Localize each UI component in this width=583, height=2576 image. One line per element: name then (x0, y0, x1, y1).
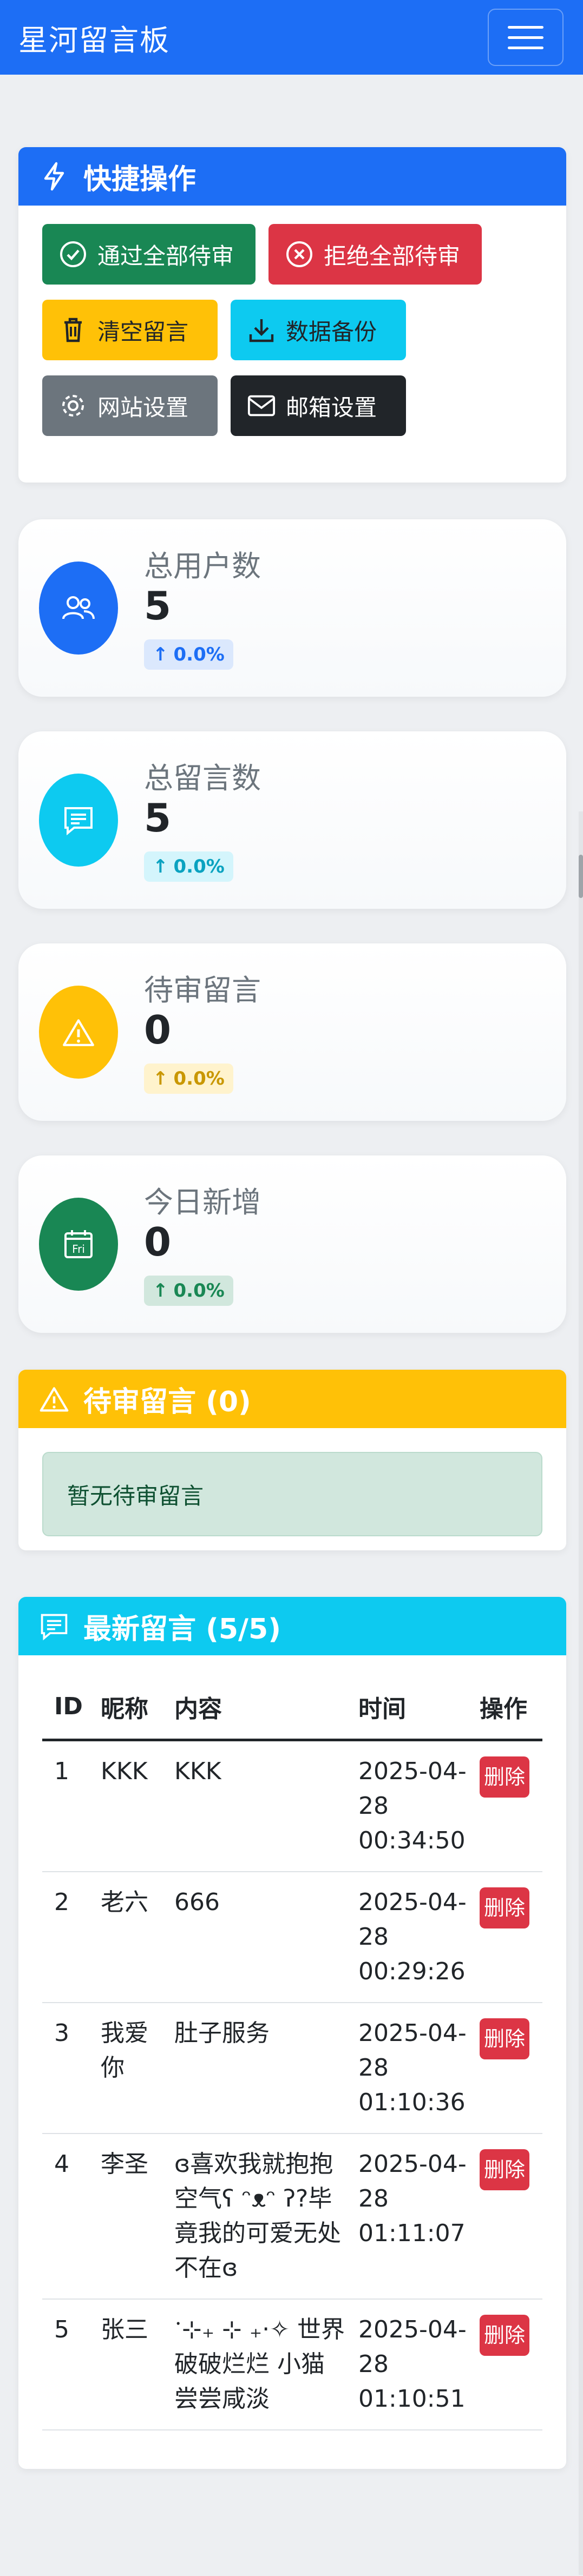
cell-time: 2025-04-28 01:11:07 (346, 2133, 468, 2300)
column-header-nick: 昵称 (89, 1675, 162, 1741)
quick-actions-card: 快捷操作 通过全部待审 拒绝全部待审 清空留言 数据备份 网站设置 邮箱设置 (18, 147, 566, 483)
table-row: 3 我爱你 肚子服务 2025-04-28 01:10:36 删除 (42, 2002, 542, 2134)
cell-content: ॱ⊹₊ ⊹ ₊‧✧ 世界破破烂烂 小猫尝尝咸淡 (162, 2298, 346, 2430)
table-row: 4 李圣 ɞ喜欢我就抱抱空气ʕ ᵔᴥᵔ ʔ?毕竟我的可爱无处不在ɞ 2025-0… (42, 2133, 542, 2300)
brand-title[interactable]: 星河留言板 (18, 16, 170, 59)
cell-nick: KKK (89, 1740, 162, 1872)
column-header-action: 操作 (468, 1675, 542, 1741)
stat-title: 总用户数 (144, 549, 261, 583)
svg-text:Fri: Fri (72, 1243, 85, 1256)
cell-nick: 我爱你 (89, 2002, 162, 2134)
stat-title: 总留言数 (144, 761, 261, 795)
cell-time: 2025-04-28 01:10:51 (346, 2298, 468, 2430)
stat-change-badge: ↑ 0.0% (144, 639, 233, 670)
hamburger-line (508, 36, 543, 39)
stat-change-badge: ↑ 0.0% (144, 1276, 233, 1306)
approve-all-button[interactable]: 通过全部待审 (42, 224, 256, 285)
pending-title: 待审留言 (0) (83, 1385, 251, 1418)
latest-messages-card: 最新留言 (5/5) ID 昵称 内容 时间 操作 1 KKK KKK 2025… (18, 1597, 566, 2469)
table-row: 2 老六 666 2025-04-28 00:29:26 删除 (42, 1871, 542, 2003)
stat-card-pending: 待审留言 0 ↑ 0.0% (18, 943, 566, 1121)
delete-button[interactable]: 删除 (480, 2149, 529, 2190)
stat-change-badge: ↑ 0.0% (144, 1064, 233, 1094)
envelope-icon (247, 391, 276, 420)
stat-card-users: 总用户数 5 ↑ 0.0% (18, 519, 566, 697)
latest-header: 最新留言 (5/5) (18, 1597, 566, 1655)
arrow-up-icon: ↑ (153, 1068, 168, 1089)
cell-id: 2 (42, 1871, 89, 2003)
cell-content: KKK (162, 1740, 346, 1872)
cell-content: ɞ喜欢我就抱抱空气ʕ ᵔᴥᵔ ʔ?毕竟我的可爱无处不在ɞ (162, 2133, 346, 2300)
download-icon (247, 315, 276, 345)
delete-button[interactable]: 删除 (480, 2314, 529, 2356)
stat-value: 5 (144, 583, 172, 629)
arrow-up-icon: ↑ (153, 1280, 168, 1302)
trash-icon (58, 315, 88, 345)
arrow-up-icon: ↑ (153, 856, 168, 877)
stat-title: 今日新增 (144, 1185, 261, 1219)
delete-button[interactable]: 删除 (480, 1756, 529, 1798)
stat-change-badge: ↑ 0.0% (144, 851, 233, 882)
x-circle-icon (285, 240, 314, 269)
stat-card-today: Fri 今日新增 0 ↑ 0.0% (18, 1155, 566, 1333)
stat-card-messages: 总留言数 5 ↑ 0.0% (18, 731, 566, 909)
pending-empty-alert: 暂无待审留言 (42, 1452, 542, 1536)
hamburger-line (508, 46, 543, 49)
warning-icon (39, 1384, 69, 1414)
column-header-time: 时间 (346, 1675, 468, 1741)
hamburger-line (508, 25, 543, 29)
menu-toggle-button[interactable] (488, 9, 564, 66)
cell-nick: 张三 (89, 2298, 162, 2430)
backup-button[interactable]: 数据备份 (231, 300, 406, 360)
cell-time: 2025-04-28 00:29:26 (346, 1871, 468, 2003)
chat-icon (39, 1611, 69, 1641)
column-header-id: ID (42, 1675, 89, 1741)
stat-title: 待审留言 (144, 973, 261, 1007)
scrollbar-thumb[interactable] (579, 855, 583, 898)
clear-messages-button[interactable]: 清空留言 (42, 300, 218, 360)
stat-value: 5 (144, 795, 172, 841)
pending-header: 待审留言 (0) (18, 1370, 566, 1428)
lightning-icon (39, 161, 69, 191)
messages-table: ID 昵称 内容 时间 操作 1 KKK KKK 2025-04-28 00:3… (42, 1675, 542, 2430)
quick-actions-header: 快捷操作 (18, 147, 566, 206)
cell-content: 666 (162, 1871, 346, 2003)
pending-card: 待审留言 (0) 暂无待审留言 (18, 1370, 566, 1550)
warning-icon (39, 986, 118, 1079)
cell-id: 5 (42, 2298, 89, 2430)
reject-all-button[interactable]: 拒绝全部待审 (268, 224, 482, 285)
cell-content: 肚子服务 (162, 2002, 346, 2134)
cell-id: 3 (42, 2002, 89, 2134)
cell-id: 4 (42, 2133, 89, 2300)
cell-time: 2025-04-28 01:10:36 (346, 2002, 468, 2134)
quick-actions-title: 快捷操作 (83, 163, 196, 196)
stat-value: 0 (144, 1219, 172, 1265)
chat-icon (39, 774, 118, 867)
table-row: 5 张三 ॱ⊹₊ ⊹ ₊‧✧ 世界破破烂烂 小猫尝尝咸淡 2025-04-28 … (42, 2298, 542, 2430)
cell-id: 1 (42, 1740, 89, 1872)
cell-time: 2025-04-28 00:34:50 (346, 1740, 468, 1872)
check-circle-icon (58, 240, 88, 269)
delete-button[interactable]: 删除 (480, 1887, 529, 1928)
arrow-up-icon: ↑ (153, 644, 168, 665)
mail-settings-button[interactable]: 邮箱设置 (231, 375, 406, 436)
cell-nick: 老六 (89, 1871, 162, 2003)
site-settings-button[interactable]: 网站设置 (42, 375, 218, 436)
stat-value: 0 (144, 1007, 172, 1053)
table-row: 1 KKK KKK 2025-04-28 00:34:50 删除 (42, 1740, 542, 1872)
cell-nick: 李圣 (89, 2133, 162, 2300)
latest-title: 最新留言 (5/5) (83, 1613, 281, 1646)
calendar-icon: Fri (39, 1198, 118, 1291)
users-icon (39, 562, 118, 655)
table-header-row: ID 昵称 内容 时间 操作 (42, 1675, 542, 1741)
navbar: 星河留言板 (0, 0, 583, 75)
delete-button[interactable]: 删除 (480, 2018, 529, 2059)
scrollbar-track[interactable] (579, 811, 583, 2575)
gear-icon (58, 391, 88, 420)
column-header-content: 内容 (162, 1675, 346, 1741)
